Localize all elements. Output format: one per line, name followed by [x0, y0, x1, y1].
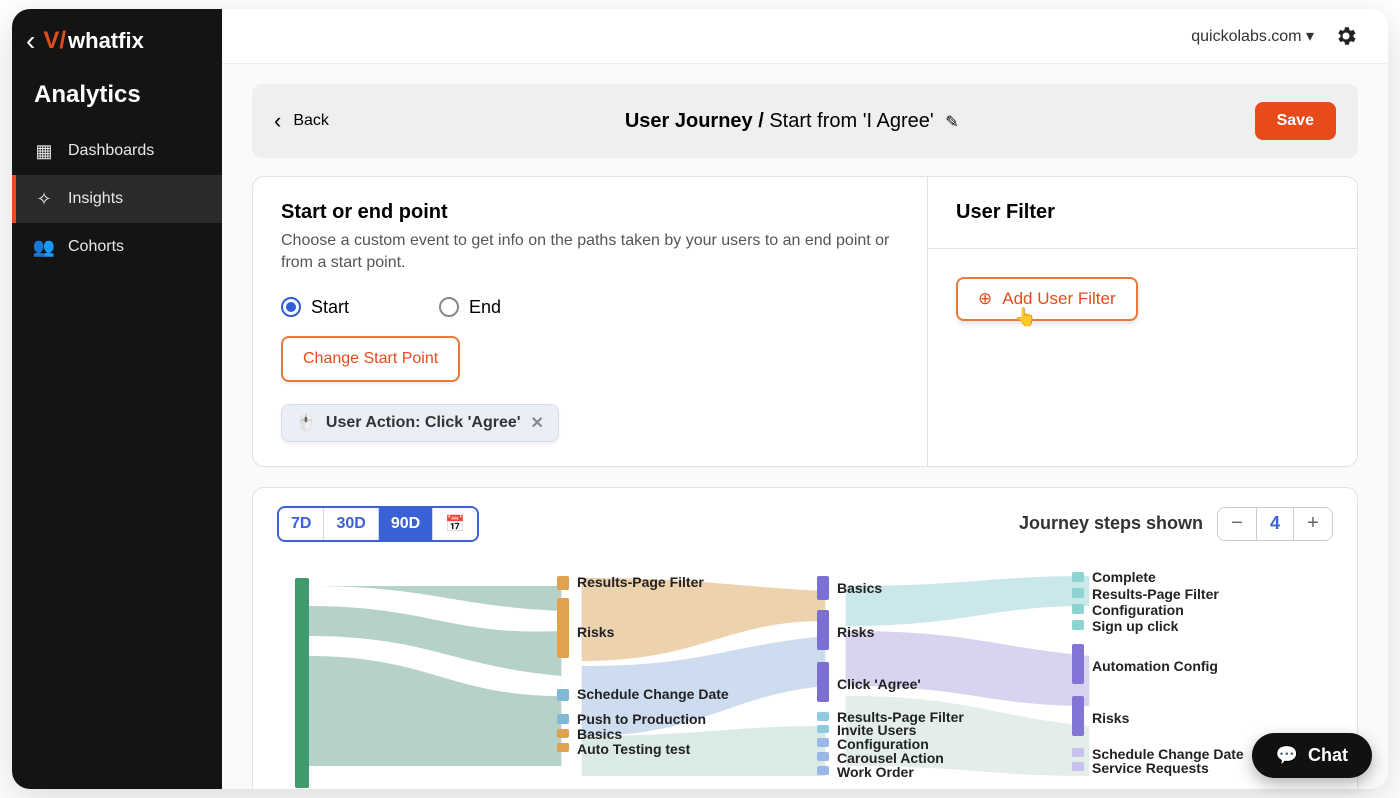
steps-decrement[interactable]: −	[1218, 508, 1256, 540]
user-filter-title: User Filter	[928, 177, 1357, 249]
add-user-filter-button[interactable]: ⊕ Add User Filter	[956, 277, 1138, 321]
date-range-group: 7D 30D 90D 📅	[277, 506, 479, 542]
sankey-node	[1072, 762, 1084, 771]
steps-value: 4	[1256, 508, 1294, 540]
sankey-node	[557, 576, 569, 590]
save-button[interactable]: Save	[1255, 102, 1336, 140]
insights-icon: ✧	[34, 189, 54, 209]
change-start-point-button[interactable]: Change Start Point	[281, 336, 460, 382]
sankey-label: Complete	[1092, 569, 1156, 585]
chevron-left-icon: ‹	[274, 108, 281, 134]
sankey-label: Risks	[837, 624, 874, 640]
sankey-label: Results-Page Filter	[577, 574, 704, 590]
range-30d[interactable]: 30D	[324, 508, 378, 540]
sankey-label: Auto Testing test	[577, 741, 690, 757]
sankey-label: Basics	[577, 726, 622, 742]
sankey-node	[817, 752, 829, 761]
sidebar-item-insights[interactable]: ✧ Insights	[12, 175, 222, 223]
sankey-node	[817, 662, 829, 702]
cohorts-icon: 👥	[34, 237, 54, 257]
range-90d[interactable]: 90D	[379, 508, 433, 540]
sidebar-item-cohorts[interactable]: 👥 Cohorts	[12, 223, 222, 271]
sankey-label: Results-Page Filter	[1092, 586, 1219, 602]
domain-dropdown[interactable]: quickolabs.com ▾	[1191, 26, 1314, 46]
sankey-node	[1072, 572, 1084, 582]
panel-title: Start or end point	[281, 201, 899, 224]
steps-increment[interactable]: +	[1294, 508, 1332, 540]
sidebar-item-label: Dashboards	[68, 142, 154, 160]
sidebar: ‹ V/whatfix Analytics ▦ Dashboards ✧ Ins…	[12, 9, 222, 789]
sankey-node	[817, 610, 829, 650]
sankey-label: Schedule Change Date	[577, 686, 729, 702]
sankey-node	[557, 743, 569, 752]
remove-chip-icon[interactable]: ✕	[531, 413, 544, 433]
sankey-node	[557, 689, 569, 701]
radio-start[interactable]: Start	[281, 297, 349, 318]
main: quickolabs.com ▾ ‹ Back User Journey / S…	[222, 9, 1388, 789]
sankey-label: Service Requests	[1092, 760, 1209, 776]
sankey-node	[1072, 604, 1084, 614]
sankey-label: Automation Config	[1092, 658, 1218, 674]
sidebar-item-dashboards[interactable]: ▦ Dashboards	[12, 127, 222, 175]
steps-stepper: − 4 +	[1217, 507, 1333, 541]
chat-icon: 💬	[1276, 745, 1298, 766]
topbar: quickolabs.com ▾	[222, 9, 1388, 64]
edit-icon[interactable]: ✎	[945, 114, 958, 131]
click-icon: 🖱️	[296, 413, 316, 433]
back-chevron-icon[interactable]: ‹	[26, 27, 35, 55]
whatfix-logo: V/whatfix	[43, 27, 143, 55]
chat-button[interactable]: 💬 Chat	[1252, 733, 1372, 778]
sankey-node	[1072, 748, 1084, 757]
sankey-label: Sign up click	[1092, 618, 1178, 634]
page-header: ‹ Back User Journey / Start from 'I Agre…	[252, 84, 1358, 158]
journey-card: 7D 30D 90D 📅 Journey steps shown − 4 +	[252, 487, 1358, 789]
breadcrumb: User Journey / Start from 'I Agree' ✎	[625, 110, 959, 133]
sidebar-section-title: Analytics	[12, 77, 222, 127]
sankey-label: Risks	[1092, 710, 1129, 726]
radio-dot-icon	[439, 297, 459, 317]
sankey-node	[1072, 620, 1084, 630]
sankey-node	[557, 729, 569, 738]
panel-description: Choose a custom event to get info on the…	[281, 230, 899, 275]
sankey-label: Work Order	[837, 764, 914, 780]
sidebar-item-label: Cohorts	[68, 238, 124, 256]
calendar-icon: 📅	[445, 516, 465, 533]
back-label: Back	[293, 112, 329, 130]
sankey-label: Click 'Agree'	[837, 676, 921, 692]
sankey-node	[1072, 644, 1084, 684]
sankey-node	[1072, 588, 1084, 598]
sankey-node	[557, 598, 569, 658]
radio-dot-icon	[281, 297, 301, 317]
sankey-label: Basics	[837, 580, 882, 596]
radio-end[interactable]: End	[439, 297, 501, 318]
sankey-node	[1072, 696, 1084, 736]
range-7d[interactable]: 7D	[279, 508, 324, 540]
sankey-chart: Click 'Agree' Results-Page Filter Risks …	[277, 566, 1333, 789]
back-button[interactable]: ‹ Back	[274, 108, 329, 134]
steps-shown-label: Journey steps shown	[1019, 513, 1203, 534]
sidebar-item-label: Insights	[68, 190, 123, 208]
event-chip: 🖱️ User Action: Click 'Agree' ✕	[281, 404, 559, 442]
sankey-node	[557, 714, 569, 724]
start-end-panel: Start or end point Choose a custom event…	[253, 177, 927, 466]
sankey-label: Configuration	[1092, 602, 1184, 618]
plus-circle-icon: ⊕	[978, 289, 992, 309]
sankey-label: Push to Production	[577, 711, 706, 727]
range-custom[interactable]: 📅	[433, 508, 477, 540]
sankey-node	[817, 766, 829, 775]
sankey-node	[817, 712, 829, 721]
gear-icon[interactable]	[1334, 24, 1358, 48]
dashboards-icon: ▦	[34, 141, 54, 161]
sankey-node	[295, 578, 309, 788]
user-filter-panel: User Filter ⊕ Add User Filter 👆	[927, 177, 1357, 466]
sankey-label: Risks	[577, 624, 614, 640]
sankey-node	[817, 738, 829, 747]
cursor-icon: 👆	[1014, 307, 1036, 328]
sankey-node	[817, 725, 829, 733]
sankey-node	[817, 576, 829, 600]
